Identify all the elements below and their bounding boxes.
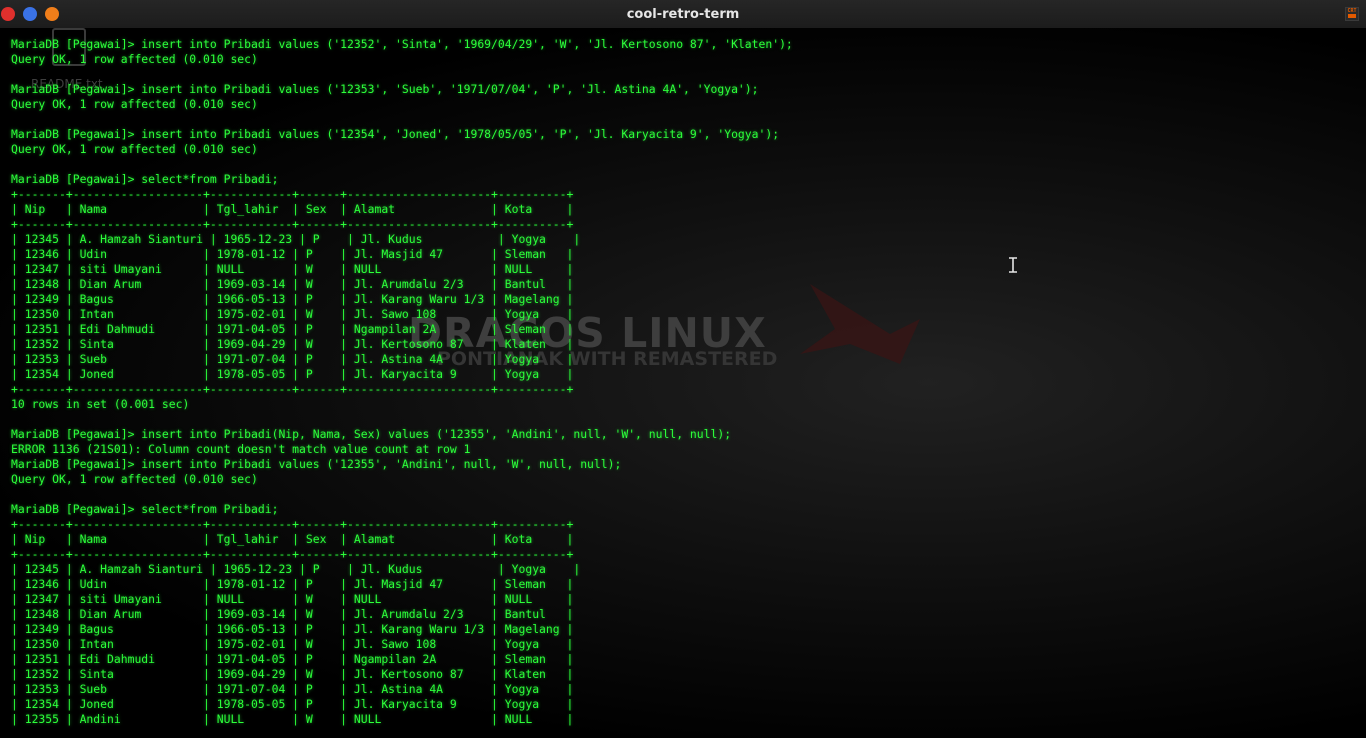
terminal-line: | 12350 | Intan | 1975-02-01 | W | Jl. S… — [11, 307, 574, 321]
terminal-line: MariaDB [Pegawai]> insert into Pribadi(N… — [11, 427, 732, 441]
terminal-line: | 12346 | Udin | 1978-01-12 | P | Jl. Ma… — [11, 247, 574, 261]
terminal-line: | 12346 | Udin | 1978-01-12 | P | Jl. Ma… — [11, 577, 574, 591]
terminal-line: | 12355 | Andini | NULL | W | NULL | NUL… — [11, 712, 574, 726]
window-title: cool-retro-term — [626, 7, 740, 22]
terminal-line: +-------+-------------------+-----------… — [11, 517, 574, 531]
terminal-line: ERROR 1136 (21S01): Column count doesn't… — [11, 442, 471, 456]
terminal-line: +-------+-------------------+-----------… — [11, 217, 574, 231]
terminal-line: MariaDB [Pegawai]> insert into Pribadi v… — [11, 127, 780, 141]
terminal-line: | 12345 | A. Hamzah Sianturi | 1965-12-2… — [11, 562, 581, 576]
terminal-screen[interactable]: DRACOS LINUX PONTIANAK WITH REMASTERED R… — [0, 28, 1366, 738]
terminal-line: +-------+-------------------+-----------… — [11, 382, 574, 396]
title-bar[interactable]: cool-retro-term CRT — [0, 0, 1366, 29]
terminal-line: | 12353 | Sueb | 1971-07-04 | P | Jl. As… — [11, 682, 574, 696]
terminal-line: | 12353 | Sueb | 1971-07-04 | P | Jl. As… — [11, 352, 574, 366]
text-cursor-icon — [1009, 257, 1017, 273]
app-window: cool-retro-term CRT DRACOS LINUX PONTIAN… — [0, 0, 1366, 738]
terminal-line: Query OK, 1 row affected (0.010 sec) — [11, 142, 258, 156]
terminal-line: | 12350 | Intan | 1975-02-01 | W | Jl. S… — [11, 637, 574, 651]
terminal-line: | 12348 | Dian Arum | 1969-03-14 | W | J… — [11, 277, 574, 291]
terminal-line: | 12352 | Sinta | 1969-04-29 | W | Jl. K… — [11, 337, 574, 351]
terminal-line: | 12351 | Edi Dahmudi | 1971-04-05 | P |… — [11, 652, 574, 666]
terminal-output[interactable]: MariaDB [Pegawai]> insert into Pribadi v… — [11, 37, 793, 727]
terminal-line: MariaDB [Pegawai]> insert into Pribadi v… — [11, 457, 622, 471]
terminal-line: | 12345 | A. Hamzah Sianturi | 1965-12-2… — [11, 232, 581, 246]
terminal-line: MariaDB [Pegawai]> insert into Pribadi v… — [11, 37, 793, 51]
terminal-line: | 12352 | Sinta | 1969-04-29 | W | Jl. K… — [11, 667, 574, 681]
terminal-line: MariaDB [Pegawai]> select*from Pribadi; — [11, 172, 279, 186]
terminal-line: +-------+-------------------+-----------… — [11, 187, 574, 201]
terminal-line: Query OK, 1 row affected (0.010 sec) — [11, 97, 258, 111]
terminal-line: Query OK, 1 row affected (0.010 sec) — [11, 472, 258, 486]
crt-app-icon: CRT — [1345, 7, 1359, 21]
terminal-line: | Nip | Nama | Tgl_lahir | Sex | Alamat … — [11, 532, 574, 546]
terminal-line: | 12348 | Dian Arum | 1969-03-14 | W | J… — [11, 607, 574, 621]
terminal-line: | 12349 | Bagus | 1966-05-13 | P | Jl. K… — [11, 292, 574, 306]
terminal-line: +-------+-------------------+-----------… — [11, 547, 574, 561]
terminal-line: | Nip | Nama | Tgl_lahir | Sex | Alamat … — [11, 202, 574, 216]
terminal-line: | 12354 | Joned | 1978-05-05 | P | Jl. K… — [11, 367, 574, 381]
terminal-line: MariaDB [Pegawai]> insert into Pribadi v… — [11, 82, 759, 96]
terminal-line: MariaDB [Pegawai]> select*from Pribadi; — [11, 502, 279, 516]
terminal-line: Query OK, 1 row affected (0.010 sec) — [11, 52, 258, 66]
terminal-line: | 12349 | Bagus | 1966-05-13 | P | Jl. K… — [11, 622, 574, 636]
dragon-logo-icon — [800, 284, 920, 364]
terminal-line: | 12347 | siti Umayani | NULL | W | NULL… — [11, 592, 574, 606]
terminal-line: | 12354 | Joned | 1978-05-05 | P | Jl. K… — [11, 697, 574, 711]
terminal-line: 10 rows in set (0.001 sec) — [11, 397, 190, 411]
terminal-line: | 12347 | siti Umayani | NULL | W | NULL… — [11, 262, 574, 276]
terminal-line: | 12351 | Edi Dahmudi | 1971-04-05 | P |… — [11, 322, 574, 336]
